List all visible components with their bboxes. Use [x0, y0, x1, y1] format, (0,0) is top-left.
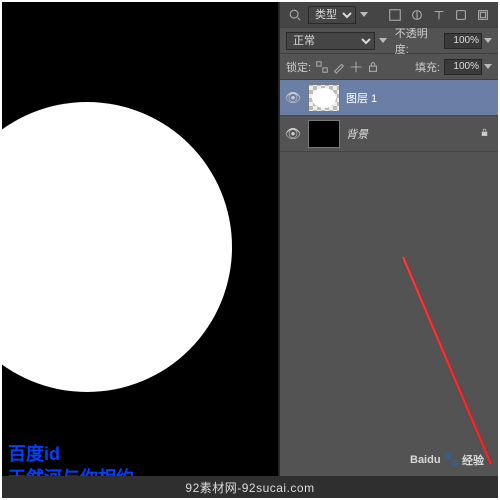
layer-thumbnail[interactable] [308, 84, 340, 112]
chevron-down-icon[interactable] [484, 64, 492, 69]
layer-row[interactable]: 👁 图层 1 [280, 80, 498, 116]
opacity-field[interactable] [444, 33, 492, 49]
blend-mode-select[interactable]: 正常 [286, 32, 375, 50]
lock-position-icon[interactable] [349, 60, 363, 74]
lock-icon [479, 127, 490, 141]
shape-layer-icon[interactable] [452, 7, 470, 23]
lock-row: 锁定: 填充: [280, 54, 498, 80]
search-icon [286, 7, 304, 23]
blend-row: 正常 不透明度: [280, 28, 498, 54]
lock-brush-icon[interactable] [332, 60, 346, 74]
layer-name[interactable]: 图层 1 [346, 90, 377, 106]
baidu-text: Baidu [410, 454, 441, 466]
fill-field[interactable] [444, 59, 492, 75]
baidu-watermark: Baidu🐾 经验 [410, 451, 484, 468]
app-frame: 百度id 天然河与你相约 类型 正常 不透明度: 锁定: [0, 0, 500, 500]
layers-list[interactable]: 👁 图层 1 👁 背景 [280, 80, 498, 478]
paw-icon: 🐾 [443, 451, 460, 468]
adjustment-layer-icon[interactable] [408, 7, 426, 23]
opacity-label: 不透明度: [395, 25, 440, 57]
text-layer-icon[interactable] [430, 7, 448, 23]
lock-buttons [315, 60, 380, 74]
fill-input[interactable] [444, 59, 482, 75]
document-canvas[interactable]: 百度id 天然河与你相约 [2, 2, 279, 498]
lock-all-icon[interactable] [366, 60, 380, 74]
canvas-caption-1: 百度id [8, 440, 60, 466]
layer-thumbnail[interactable] [308, 120, 340, 148]
app-inner: 百度id 天然河与你相约 类型 正常 不透明度: 锁定: [2, 2, 498, 498]
layers-panel: 类型 正常 不透明度: 锁定: [279, 2, 498, 498]
lock-pixels-icon[interactable] [315, 60, 329, 74]
smart-object-icon[interactable] [474, 7, 492, 23]
layer-name[interactable]: 背景 [346, 126, 368, 142]
visibility-toggle[interactable]: 👁 [284, 90, 302, 106]
chevron-down-icon [379, 38, 387, 43]
fill-label: 填充: [415, 59, 440, 75]
chevron-down-icon[interactable] [484, 38, 492, 43]
chevron-down-icon [360, 12, 368, 17]
visibility-toggle[interactable]: 👁 [284, 126, 302, 142]
layer-row[interactable]: 👁 背景 [280, 116, 498, 152]
baidu-suffix: 经验 [462, 452, 484, 468]
layer-filter-row: 类型 [280, 2, 498, 28]
footer-watermark: 92素材网-92sucai.com [2, 476, 498, 498]
lock-label: 锁定: [286, 59, 311, 75]
opacity-input[interactable] [444, 33, 482, 49]
layer-kind-select[interactable]: 类型 [308, 6, 356, 24]
pixel-layer-icon[interactable] [386, 7, 404, 23]
canvas-shape-circle [2, 102, 232, 392]
